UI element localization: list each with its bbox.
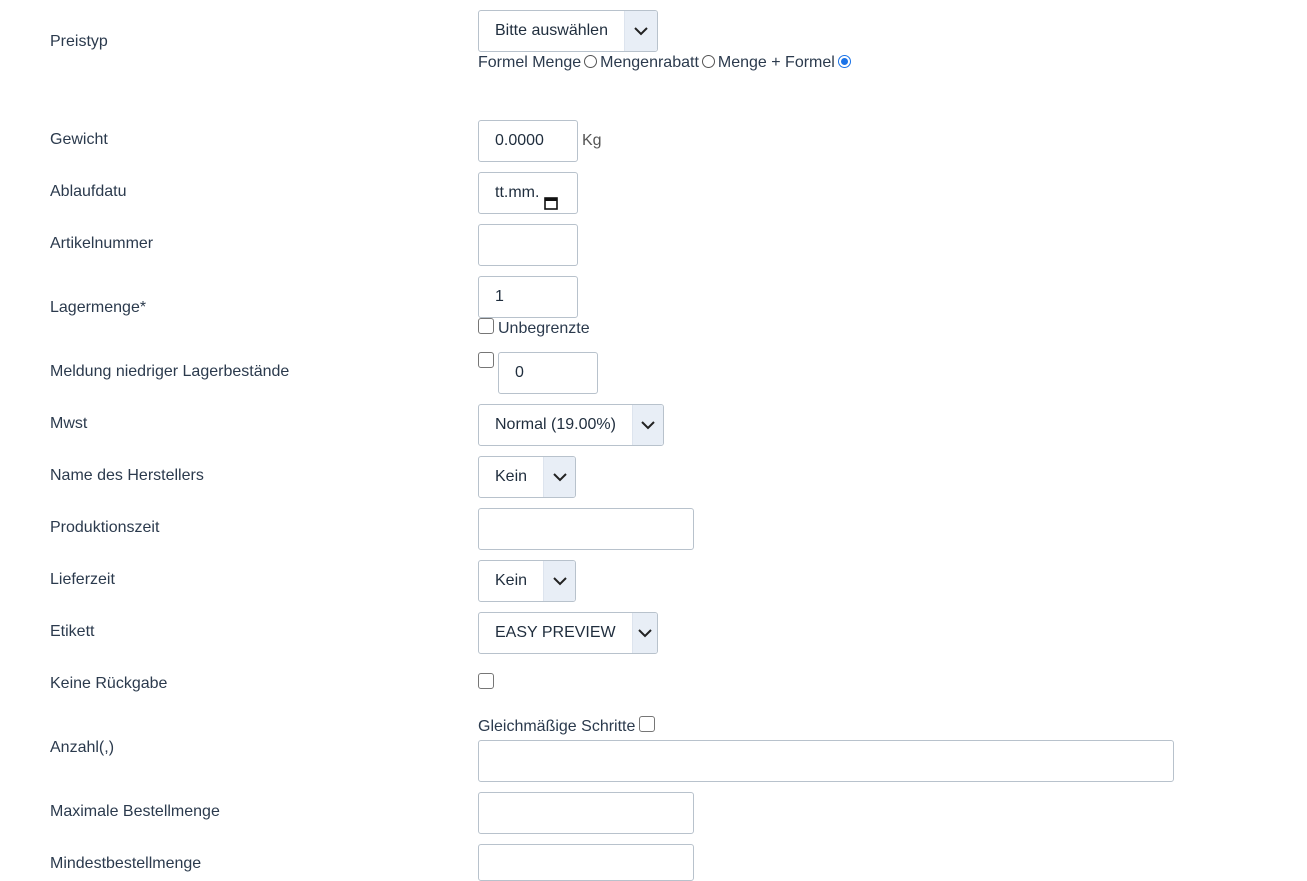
mwst-select[interactable]: Normal (19.00%) [478, 404, 664, 446]
ablaufdatum-value: tt.mm. [495, 184, 540, 201]
ablaufdatum-label: Ablaufdatu [50, 183, 127, 200]
meldung-input[interactable]: 0 [498, 352, 598, 394]
lieferzeit-select-value: Kein [495, 572, 528, 589]
lagermenge-input[interactable]: 1 [478, 276, 578, 318]
unbegrenzte-checkbox[interactable] [478, 318, 494, 334]
max-bestellmenge-input[interactable] [478, 792, 694, 834]
artikelnummer-input[interactable] [478, 224, 578, 266]
chevron-down-icon [543, 457, 575, 497]
radio-formel-menge[interactable] [584, 55, 598, 68]
calendar-icon[interactable] [544, 186, 558, 226]
gewicht-input[interactable]: 0.0000 [478, 120, 578, 162]
preistyp-label: Preistyp [50, 33, 108, 50]
lieferzeit-select[interactable]: Kein [478, 560, 576, 602]
mwst-label: Mwst [50, 415, 88, 432]
unbegrenzte-label: Unbegrenzte [498, 320, 590, 337]
chevron-down-icon [623, 11, 657, 51]
min-bestellmenge-label: Mindestbestellmenge [50, 855, 202, 872]
mwst-select-value: Normal (19.00%) [495, 416, 616, 433]
radio-label-formel-menge: Formel Menge [478, 54, 582, 71]
anzahl-label: Anzahl(,) [50, 739, 115, 756]
hersteller-select-value: Kein [495, 468, 528, 485]
radio-label-mengenrabatt: Mengenrabatt [600, 54, 699, 71]
meldung-label: Meldung niedriger Lagerbestände [50, 363, 290, 380]
lagermenge-label: Lagermenge* [50, 299, 147, 316]
etikett-select[interactable]: EASY PREVIEW [478, 612, 658, 654]
ablaufdatum-input[interactable]: tt.mm. [478, 172, 578, 214]
preistyp-select[interactable]: Bitte auswählen [478, 10, 658, 52]
etikett-select-value: EASY PREVIEW [495, 624, 616, 641]
hersteller-select[interactable]: Kein [478, 456, 576, 498]
preistyp-radio-group: Formel Menge Mengenrabatt Menge + Formel [478, 53, 854, 73]
keine-rueckgabe-label: Keine Rückgabe [50, 675, 168, 692]
gewicht-unit: Kg [582, 132, 602, 149]
radio-label-menge-formel: Menge + Formel [717, 54, 835, 71]
anzahl-input[interactable] [478, 740, 1174, 782]
produktionszeit-input[interactable] [478, 508, 694, 550]
preistyp-select-value: Bitte auswählen [495, 22, 608, 39]
min-bestellmenge-input[interactable] [478, 844, 694, 881]
gleichmaessige-schritte-checkbox[interactable] [639, 716, 655, 732]
meldung-checkbox[interactable] [478, 352, 494, 368]
artikelnummer-label: Artikelnummer [50, 235, 154, 252]
lieferzeit-label: Lieferzeit [50, 571, 115, 588]
radio-mengenrabatt[interactable] [701, 55, 715, 68]
chevron-down-icon [631, 613, 657, 653]
max-bestellmenge-label: Maximale Bestellmenge [50, 803, 220, 820]
keine-rueckgabe-checkbox[interactable] [478, 673, 494, 689]
chevron-down-icon [543, 561, 575, 601]
etikett-label: Etikett [50, 623, 95, 640]
gleichmaessige-schritte-label: Gleichmäßige Schritte [478, 718, 636, 735]
hersteller-label: Name des Herstellers [50, 467, 204, 484]
radio-menge-formel[interactable] [837, 55, 851, 68]
produktionszeit-label: Produktionszeit [50, 519, 160, 536]
gewicht-label: Gewicht [50, 131, 108, 148]
chevron-down-icon [631, 405, 663, 445]
